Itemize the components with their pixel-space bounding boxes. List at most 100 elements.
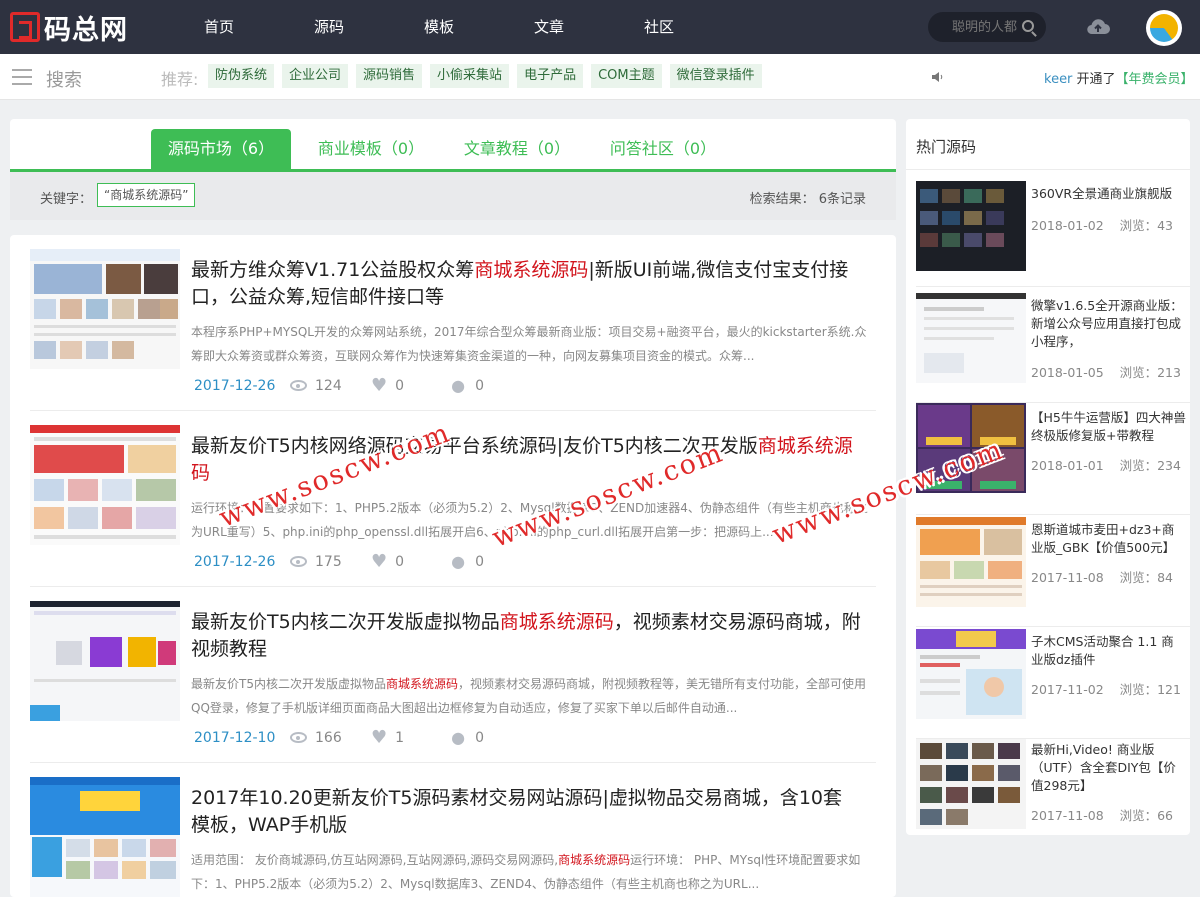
item-desc-text: 适用范围： 友价商城源码,仿互站网源码,互站网源码,源码交易网源码, (191, 853, 559, 867)
nav-template[interactable]: 模板 (384, 0, 494, 54)
comment-icon[interactable]: ● (451, 376, 465, 395)
item-comments: 0 (475, 553, 485, 570)
sidebar-item-views: 66 (1157, 808, 1173, 823)
sidebar-thumbnail[interactable] (916, 629, 1026, 719)
recommend-tags: 防伪系统 企业公司 源码销售 小偷采集站 电子产品 COM主题 微信登录插件 (208, 64, 770, 88)
site-logo[interactable]: 码总网 (10, 10, 128, 46)
item-description: 运行环境：配置要求如下：1、PHP5.2版本（必须为5.2）2、Mysql数据库… (191, 496, 871, 544)
nav-community[interactable]: 社区 (604, 0, 714, 54)
menu-icon[interactable] (12, 69, 32, 85)
list-item: 最新友价T5内核二次开发版虚拟物品商城系统源码，视频素材交易源码商城，附视频教程… (30, 587, 876, 763)
item-meta: 2017-12-26 175 ♥ 0 ● 0 (194, 551, 531, 572)
heart-icon[interactable]: ♥ (371, 375, 387, 396)
tab-article-tutorial[interactable]: 文章教程（0） (447, 129, 587, 169)
nav-source[interactable]: 源码 (274, 0, 384, 54)
item-comments: 0 (475, 729, 485, 746)
cloud-upload-icon[interactable] (1086, 17, 1110, 35)
item-thumbnail[interactable] (30, 601, 180, 721)
list-item: 2017年10.20更新友价T5源码素材交易网站源码|虚拟物品交易商城，含10套… (30, 763, 876, 897)
sidebar-item-views: 43 (1157, 218, 1173, 233)
item-date: 2017-12-26 (194, 553, 276, 570)
result-list: 最新方维众筹V1.71公益股权众筹商城系统源码|新版UI前端,微信支付宝支付接口… (10, 235, 896, 897)
item-views: 175 (315, 553, 342, 570)
item-title[interactable]: 最新方维众筹V1.71公益股权众筹商城系统源码|新版UI前端,微信支付宝支付接口… (191, 257, 861, 311)
item-desc-text: 本程序系PHP+MYSQL开发的众筹网站系统，2017年综合型众筹最新商业版：项… (191, 325, 867, 363)
result-count: 检索结果： 6条记录 (750, 188, 866, 207)
recommend-tag[interactable]: 企业公司 (282, 64, 349, 88)
item-thumbnail[interactable] (30, 249, 180, 369)
views-label: 浏览： (1119, 458, 1158, 473)
sidebar-item[interactable]: 360VR全景通商业旗舰版 2018-01-02 浏览：43 (916, 175, 1190, 287)
item-likes: 0 (395, 377, 405, 394)
item-title-highlight: 商城系统源码 (474, 259, 589, 281)
sidebar-item-title[interactable]: 360VR全景通商业旗舰版 (1031, 185, 1186, 203)
recommend-tag[interactable]: 电子产品 (517, 64, 584, 88)
item-title[interactable]: 最新友价T5内核二次开发版虚拟物品商城系统源码，视频素材交易源码商城，附视频教程 (191, 609, 861, 663)
sidebar-item[interactable]: 最新Hi,Video! 商业版（UTF）含全套DIY包【价值298元】 2017… (916, 739, 1190, 835)
sidebar-item-meta: 2018-01-01 浏览：234 (1031, 455, 1181, 474)
header-search-input[interactable] (952, 19, 1032, 35)
sidebar-item-date: 2018-01-05 (1031, 365, 1104, 380)
item-title[interactable]: 最新友价T5内核网络源码交易平台系统源码|友价T5内核二次开发版商城系统源码 (191, 433, 861, 487)
speaker-icon (932, 72, 943, 82)
sidebar-item-title[interactable]: 子木CMS活动聚合 1.1 商业版dz插件 (1031, 633, 1186, 669)
sidebar-item[interactable]: 【H5牛牛运营版】四大神兽终极版修复版+带教程 2018-01-01 浏览：23… (916, 403, 1190, 515)
item-thumbnail[interactable] (30, 425, 180, 545)
logo-mark-icon (10, 12, 40, 42)
sidebar-item-date: 2017-11-08 (1031, 570, 1104, 585)
tab-source-market[interactable]: 源码市场（6） (151, 129, 291, 169)
top-navbar: 码总网 首页 源码 模板 文章 社区 (0, 0, 1200, 54)
nav-home[interactable]: 首页 (164, 0, 274, 54)
heart-icon[interactable]: ♥ (371, 551, 387, 572)
logo-text: 码总网 (44, 14, 128, 46)
keyword-row: 关键字： “商城系统源码” 检索结果： 6条记录 (10, 172, 896, 220)
recommend-tag[interactable]: 源码销售 (356, 64, 423, 88)
search-label[interactable]: 搜索 (46, 66, 82, 92)
item-title-text: 最新方维众筹V1.71公益股权众筹 (191, 259, 475, 281)
keyword-tag[interactable]: “商城系统源码” (97, 183, 196, 207)
sidebar-item-title[interactable]: 【H5牛牛运营版】四大神兽终极版修复版+带教程 (1031, 409, 1186, 445)
recommend-tag[interactable]: COM主题 (591, 64, 662, 88)
sidebar-item-title[interactable]: 微擎v1.6.5全开源商业版：新增公众号应用直接打包成小程序， (1031, 297, 1186, 351)
sidebar-thumbnail[interactable] (916, 403, 1026, 493)
recommend-tag[interactable]: 微信登录插件 (669, 64, 762, 88)
sidebar-item-date: 2018-01-02 (1031, 218, 1104, 233)
item-date: 2017-12-26 (194, 377, 276, 394)
sidebar-item-title[interactable]: 恩斯道城市麦田+dz3+商业版_GBK【价值500元】 (1031, 521, 1186, 557)
item-title[interactable]: 2017年10.20更新友价T5源码素材交易网站源码|虚拟物品交易商城，含10套… (191, 785, 861, 839)
header-search (928, 12, 1046, 42)
notice-user[interactable]: keer (1044, 72, 1072, 87)
sidebar-item[interactable]: 子木CMS活动聚合 1.1 商业版dz插件 2017-11-02 浏览：121 (916, 627, 1190, 739)
search-icon[interactable] (1022, 20, 1034, 32)
views-label: 浏览： (1119, 365, 1158, 380)
main-nav: 首页 源码 模板 文章 社区 (164, 0, 714, 54)
item-title-highlight: 商城系统源码 (499, 611, 614, 633)
heart-icon[interactable]: ♥ (371, 727, 387, 748)
sidebar-item[interactable]: 微擎v1.6.5全开源商业版：新增公众号应用直接打包成小程序， 2018-01-… (916, 287, 1190, 403)
recommend-tag[interactable]: 小偷采集站 (430, 64, 510, 88)
item-desc-highlight: 商城系统源码 (385, 677, 458, 691)
avatar[interactable] (1146, 10, 1182, 46)
item-thumbnail[interactable] (30, 777, 180, 897)
item-title-text: 最新友价T5内核网络源码交易平台系统源码|友价T5内核二次开发版 (191, 435, 758, 457)
recommend-tag[interactable]: 防伪系统 (208, 64, 275, 88)
sidebar-item-title[interactable]: 最新Hi,Video! 商业版（UTF）含全套DIY包【价值298元】 (1031, 741, 1186, 795)
comment-icon[interactable]: ● (451, 728, 465, 747)
views-label: 浏览： (1119, 682, 1158, 697)
nav-article[interactable]: 文章 (494, 0, 604, 54)
views-label: 浏览： (1119, 808, 1158, 823)
result-label: 检索结果： (749, 192, 815, 207)
item-comments: 0 (475, 377, 485, 394)
tab-qa-community[interactable]: 问答社区（0） (593, 129, 733, 169)
item-description: 适用范围： 友价商城源码,仿互站网源码,互站网源码,源码交易网源码,商城系统源码… (191, 848, 871, 896)
sidebar-thumbnail[interactable] (916, 293, 1026, 383)
sidebar-thumbnail[interactable] (916, 181, 1026, 271)
item-views: 166 (315, 729, 342, 746)
sidebar-thumbnail[interactable] (916, 517, 1026, 607)
tab-business-template[interactable]: 商业模板（0） (301, 129, 441, 169)
sidebar-thumbnail[interactable] (916, 739, 1026, 829)
item-desc-text: 最新友价T5内核二次开发版虚拟物品 (191, 677, 386, 691)
sidebar-item[interactable]: 恩斯道城市麦田+dz3+商业版_GBK【价值500元】 2017-11-08 浏… (916, 515, 1190, 627)
comment-icon[interactable]: ● (451, 552, 465, 571)
item-views: 124 (315, 377, 342, 394)
